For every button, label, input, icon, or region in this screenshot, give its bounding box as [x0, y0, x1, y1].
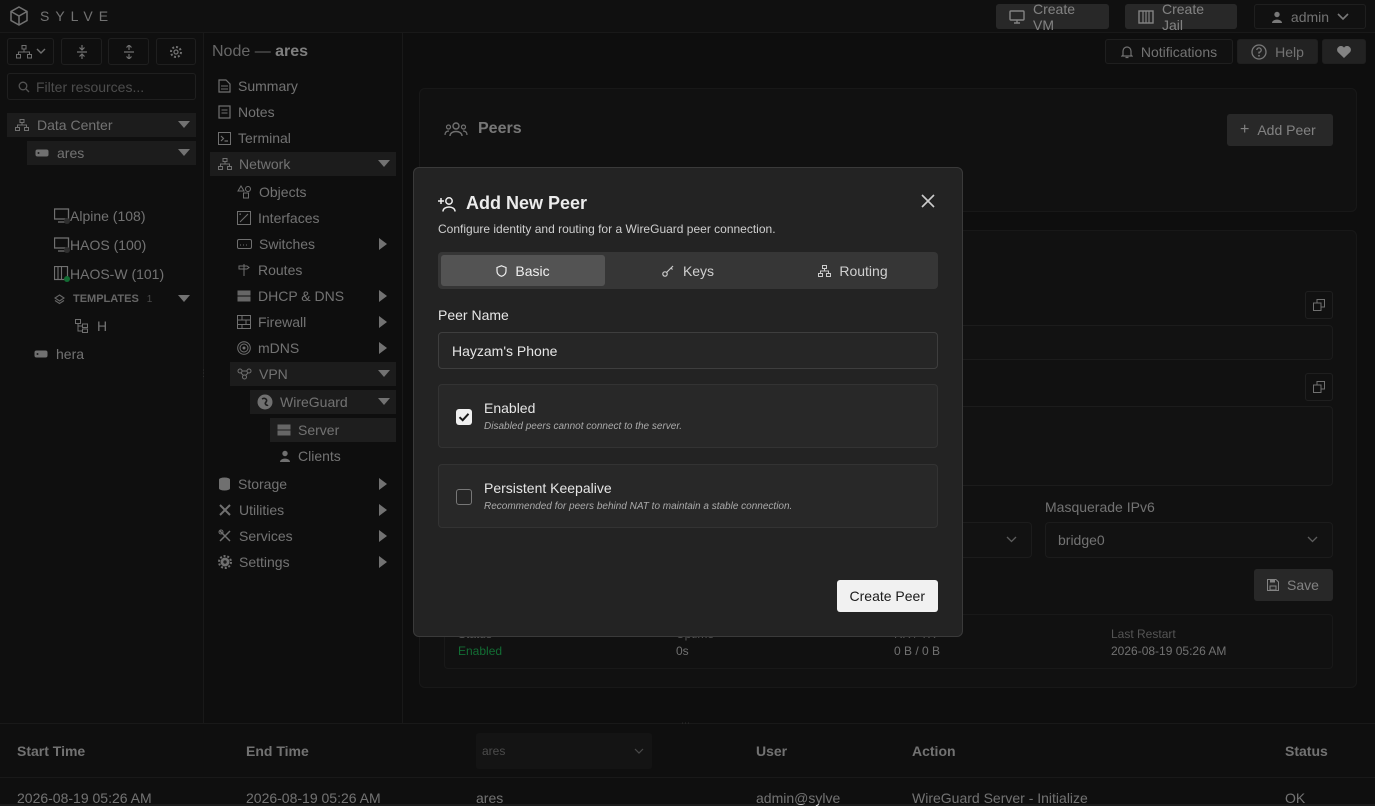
- tab-keys-label: Keys: [682, 262, 715, 279]
- create-peer-button[interactable]: Create Peer: [836, 580, 938, 612]
- peer-name-value: Hayzam's Phone: [452, 342, 558, 359]
- keepalive-checkbox[interactable]: [456, 489, 472, 505]
- enabled-checkbox[interactable]: [456, 409, 472, 425]
- close-icon: [921, 194, 935, 208]
- checkmark-icon: [456, 409, 472, 425]
- peer-name-input[interactable]: Hayzam's Phone: [438, 332, 938, 369]
- key-icon: [662, 265, 675, 277]
- peer-name-label: Peer Name: [438, 307, 509, 323]
- create-peer-label: Create Peer: [849, 588, 925, 604]
- tab-basic[interactable]: Basic: [441, 255, 605, 286]
- tab-keys[interactable]: Keys: [606, 255, 770, 286]
- dialog-title: Add New Peer: [466, 193, 588, 213]
- user-plus-icon: [438, 196, 458, 212]
- keepalive-description: Recommended for peers behind NAT to main…: [484, 501, 793, 512]
- dialog-header: Add New Peer: [438, 193, 587, 214]
- add-peer-dialog: Add New Peer Configure identity and rout…: [413, 167, 963, 637]
- tab-basic-label: Basic: [515, 262, 550, 279]
- dialog-tabs: Basic Keys Routing: [438, 252, 938, 289]
- enabled-description: Disabled peers cannot connect to the ser…: [484, 421, 683, 432]
- keepalive-option[interactable]: Persistent Keepalive Recommended for pee…: [438, 464, 938, 528]
- tab-routing[interactable]: Routing: [771, 255, 935, 286]
- enabled-title: Enabled: [484, 400, 536, 416]
- tab-routing-label: Routing: [839, 262, 888, 279]
- shield-icon: [496, 264, 507, 277]
- enabled-option[interactable]: Enabled Disabled peers cannot connect to…: [438, 384, 938, 448]
- routing-icon: [818, 264, 832, 277]
- close-button[interactable]: [921, 194, 935, 208]
- keepalive-title: Persistent Keepalive: [484, 480, 612, 496]
- dialog-subtitle: Configure identity and routing for a Wir…: [438, 222, 776, 236]
